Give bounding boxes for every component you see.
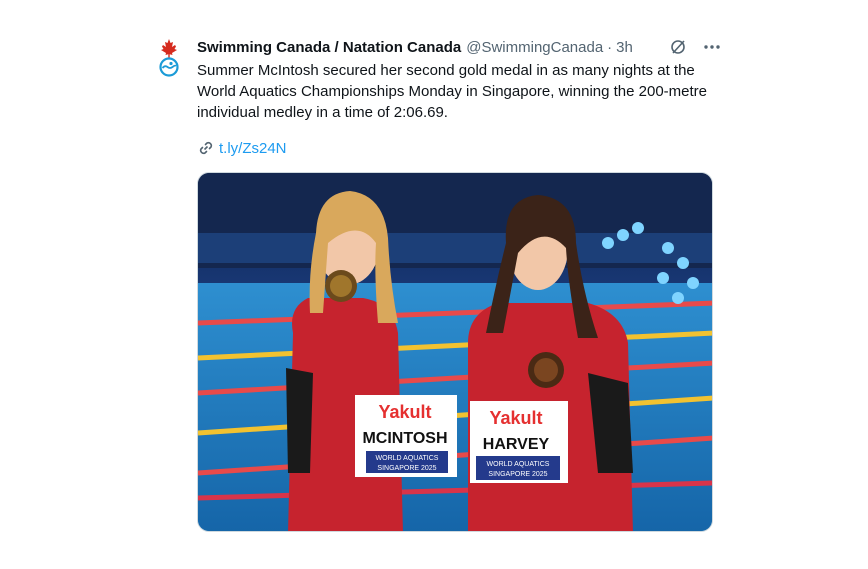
photo-illustration: Yakult MCINTOSH WORLD AQUATICS SINGAPORE…	[198, 173, 712, 531]
bib-sponsor-right: Yakult	[489, 408, 542, 428]
tweet-link[interactable]: t.ly/Zs24N	[197, 139, 287, 157]
tweet-actions	[668, 38, 722, 56]
tweet-text: Summer McIntosh secured her second gold …	[197, 62, 708, 121]
maple-leaf-logo	[159, 39, 179, 77]
tweet-timestamp[interactable]: 3h	[616, 39, 633, 56]
tweet-header: Swimming Canada / Natation Canada @Swimm…	[197, 38, 727, 56]
link-text: t.ly/Zs24N	[219, 139, 287, 157]
tweet: Swimming Canada / Natation Canada @Swimm…	[0, 0, 868, 569]
grok-button[interactable]	[668, 38, 688, 56]
account-name[interactable]: Swimming Canada / Natation Canada	[197, 39, 461, 56]
more-button[interactable]	[702, 38, 722, 56]
bib-org-right: WORLD AQUATICS	[487, 461, 550, 468]
tweet-photo[interactable]: Yakult MCINTOSH WORLD AQUATICS SINGAPORE…	[197, 172, 713, 532]
bib-name-left: MCINTOSH	[362, 430, 447, 447]
grok-icon	[671, 40, 685, 54]
more-icon	[704, 45, 720, 49]
link-icon	[197, 139, 215, 157]
bib-org-left: WORLD AQUATICS	[376, 455, 439, 462]
account-handle[interactable]: @SwimmingCanada	[466, 39, 603, 56]
bib-city-right: SINGAPORE 2025	[488, 471, 547, 478]
separator-dot: ·	[607, 38, 613, 56]
avatar[interactable]	[154, 37, 184, 77]
bib-sponsor-left: Yakult	[378, 402, 431, 422]
bib-city-left: SINGAPORE 2025	[377, 465, 436, 472]
bib-name-right: HARVEY	[483, 436, 550, 453]
